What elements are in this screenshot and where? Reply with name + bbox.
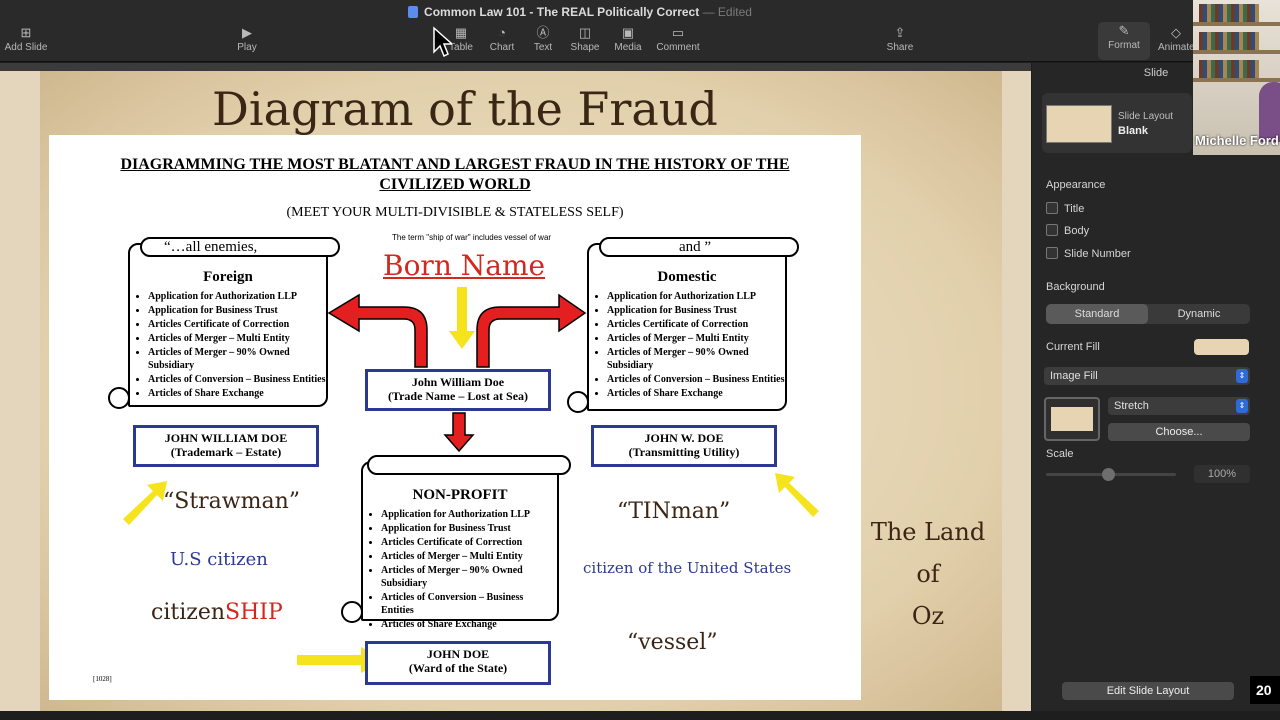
format-button[interactable]: ✎ Format bbox=[1098, 22, 1150, 60]
diagram-image[interactable]: DIAGRAMMING THE MOST BLATANT AND LARGEST… bbox=[49, 135, 861, 700]
text-box-icon: Ⓐ bbox=[536, 25, 550, 40]
citizen-of-us-label: citizen of the United States bbox=[583, 559, 792, 577]
books bbox=[1199, 4, 1259, 22]
chevron-updown-icon: ⇕ bbox=[1236, 399, 1248, 413]
slide-number-checkbox[interactable]: Slide Number bbox=[1046, 247, 1131, 260]
stretch-select[interactable]: Stretch ⇕ bbox=[1108, 397, 1250, 415]
chart-icon: ◔ bbox=[498, 25, 506, 40]
edited-status: Edited bbox=[717, 5, 752, 19]
animate-button[interactable]: ◇ Animate bbox=[1158, 24, 1194, 53]
play-icon: ▶ bbox=[242, 25, 252, 40]
trade-name-box: John William Doe (Trade Name – Lost at S… bbox=[365, 369, 551, 411]
books bbox=[1199, 60, 1259, 78]
format-inspector: Slide Slide Layout Blank Appearance Titl… bbox=[1032, 63, 1280, 711]
ward-of-state-box: JOHN DOE (Ward of the State) bbox=[365, 641, 551, 685]
shape-button[interactable]: ◫ Shape bbox=[568, 24, 602, 53]
body-checkbox[interactable]: Body bbox=[1046, 224, 1089, 237]
scale-label: Scale bbox=[1046, 448, 1074, 460]
bookshelf bbox=[1193, 50, 1280, 54]
vessel-label: “vessel” bbox=[627, 630, 718, 655]
scale-value-field[interactable]: 100% bbox=[1194, 465, 1250, 483]
bookshelf bbox=[1193, 78, 1280, 82]
webcam-video: Michelle Ford bbox=[1193, 0, 1280, 155]
checkbox-box bbox=[1046, 247, 1058, 259]
share-icon: ⇪ bbox=[894, 25, 906, 40]
fill-type-select[interactable]: Image Fill ⇕ bbox=[1044, 367, 1250, 385]
slide-layout-label: Slide Layout bbox=[1118, 111, 1174, 122]
standard-option[interactable]: Standard bbox=[1046, 304, 1148, 324]
checkbox-box bbox=[1046, 224, 1058, 236]
trademark-box: JOHN WILLIAM DOE (Trademark – Estate) bbox=[133, 425, 319, 467]
title-checkbox[interactable]: Title bbox=[1046, 202, 1084, 215]
dynamic-option[interactable]: Dynamic bbox=[1148, 304, 1250, 324]
keynote-window: Common Law 101 - The REAL Politically Co… bbox=[0, 0, 1280, 720]
background-heading: Background bbox=[1046, 281, 1105, 293]
play-button[interactable]: ▶ Play bbox=[232, 24, 262, 53]
chevron-updown-icon: ⇕ bbox=[1236, 369, 1248, 383]
fill-color-swatch[interactable] bbox=[1194, 339, 1249, 355]
choose-button[interactable]: Choose... bbox=[1108, 423, 1250, 441]
clock-overlay: 20 bbox=[1250, 676, 1280, 704]
strawman-label: “Strawman” bbox=[163, 489, 301, 514]
slide-canvas[interactable]: Diagram of the Fraud DIAGRAMMING THE MOS… bbox=[0, 63, 1031, 711]
books bbox=[1199, 32, 1259, 50]
text-button[interactable]: Ⓐ Text bbox=[528, 24, 558, 53]
slide-title[interactable]: Diagram of the Fraud bbox=[212, 81, 718, 139]
slide-layout-value: Blank bbox=[1118, 125, 1148, 137]
edit-slide-layout-button[interactable]: Edit Slide Layout bbox=[1062, 682, 1234, 700]
bookshelf bbox=[1193, 22, 1280, 26]
citizenship-label: citizenSHIP bbox=[151, 600, 283, 625]
fill-image-well[interactable] bbox=[1044, 397, 1100, 441]
shape-icon: ◫ bbox=[578, 25, 592, 40]
checkbox-box bbox=[1046, 202, 1058, 214]
red-split-arrow bbox=[476, 293, 587, 368]
document-icon bbox=[408, 6, 419, 18]
paintbrush-icon: ✎ bbox=[1118, 23, 1130, 38]
red-down-arrow bbox=[443, 412, 475, 453]
comment-button[interactable]: ▭ Comment bbox=[655, 24, 701, 53]
plus-square-icon: ⊞ bbox=[20, 25, 32, 40]
chart-button[interactable]: ◔ Chart bbox=[487, 24, 517, 53]
yellow-arrow-tinman bbox=[775, 473, 819, 517]
current-fill-label: Current Fill bbox=[1046, 341, 1100, 353]
reference-code: [1028] bbox=[93, 675, 112, 683]
land-of-oz-text[interactable]: The Land of Oz bbox=[866, 511, 990, 637]
us-citizen-label: U.S citizen bbox=[170, 549, 268, 570]
document-name: Common Law 101 - The REAL Politically Co… bbox=[424, 5, 700, 19]
add-slide-button[interactable]: ⊞ Add Slide bbox=[4, 24, 48, 53]
layout-thumbnail bbox=[1046, 105, 1112, 143]
fill-image-preview bbox=[1051, 407, 1093, 431]
tinman-label: “TINman” bbox=[617, 499, 731, 524]
title-separator: — bbox=[702, 5, 715, 19]
yellow-arrow-strawman bbox=[123, 481, 167, 525]
background-mode-toggle: Standard Dynamic bbox=[1046, 304, 1250, 324]
yellow-down-arrow bbox=[449, 287, 475, 349]
slide[interactable]: Diagram of the Fraud DIAGRAMMING THE MOS… bbox=[0, 71, 1031, 711]
scale-slider-knob[interactable] bbox=[1102, 468, 1115, 481]
participant-name: Michelle Ford bbox=[1195, 133, 1279, 148]
toolbar: Common Law 101 - The REAL Politically Co… bbox=[0, 0, 1280, 62]
mouse-cursor-icon bbox=[433, 26, 452, 58]
window-title: Common Law 101 - The REAL Politically Co… bbox=[0, 5, 1160, 19]
media-icon: ▣ bbox=[621, 25, 635, 40]
transmitting-utility-box: JOHN W. DOE (Transmitting Utility) bbox=[591, 425, 777, 467]
comment-icon: ▭ bbox=[671, 25, 685, 40]
share-button[interactable]: ⇪ Share bbox=[884, 24, 916, 53]
media-button[interactable]: ▣ Media bbox=[612, 24, 644, 53]
appearance-heading: Appearance bbox=[1046, 179, 1106, 191]
red-split-arrow bbox=[327, 293, 428, 368]
diamond-icon: ◇ bbox=[1171, 25, 1181, 40]
